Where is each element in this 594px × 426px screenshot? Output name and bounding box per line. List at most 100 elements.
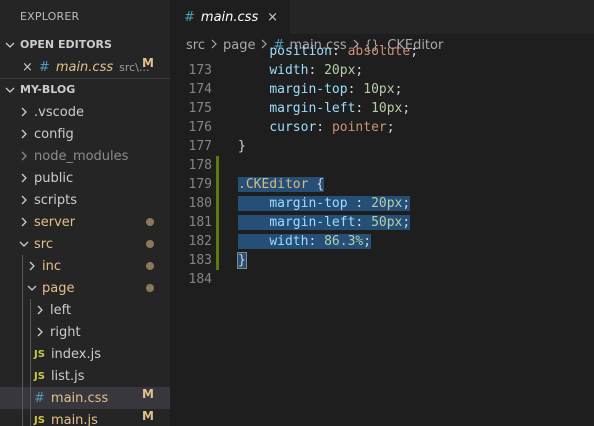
chevron-right-icon [26,260,38,272]
code-line: 174 width: 20px; [170,61,594,97]
tree-item-label: inc [42,258,61,274]
tree-item-label: main.js [50,412,98,426]
tree-folder-config[interactable]: config [0,123,170,145]
code-text: margin-left: 50px; [238,213,411,232]
tree-item-label: list.js [50,368,85,384]
modified-dot-icon [146,218,154,226]
modified-dot-icon [146,284,154,292]
git-added-gutter [216,213,219,232]
code-line: 176 margin-left: 10px; [170,99,594,135]
code-line: 183 width: 86.3%; [170,232,594,268]
modified-badge: M [142,409,154,423]
tab-bar: # main.css × [170,0,594,34]
explorer-sidebar: EXPLORER OPEN EDITORS × # main.css src\.… [0,0,170,426]
tree-folder-node-modules[interactable]: node_modules [0,145,170,167]
open-editor-item-main-css[interactable]: × # main.css src\... M [0,56,170,78]
chevron-right-icon [18,172,30,184]
modified-dot-icon [146,262,154,270]
git-added-gutter [216,175,219,194]
indent-guide [22,409,23,426]
code-line: 180 .CKEditor { [170,175,594,211]
indent-guide [22,387,23,409]
indent-guide [22,321,23,343]
indent-guide [22,299,23,321]
tree-folder-scripts[interactable]: scripts [0,189,170,211]
editor-area: # main.css × src page # main.css {} .CKE… [170,0,594,426]
tree-item-label: .vscode [34,104,84,120]
tree-folder-page[interactable]: page [0,277,170,299]
tree-item-label: index.js [50,346,102,362]
git-added-gutter [216,156,219,175]
indent-guide [30,365,31,387]
git-added-gutter [216,232,219,251]
indent-guide [22,255,23,277]
chevron-right-icon [18,194,30,206]
tab-main-css[interactable]: # main.css × [170,0,290,34]
tree-folder-inc[interactable]: inc [0,255,170,277]
explorer-title: EXPLORER [20,10,80,23]
code-line: 181 margin-top : 20px; [170,194,594,230]
tree-folder-src[interactable]: src [0,233,170,255]
line-number: 184 [188,272,212,287]
tree-item-label: node_modules [34,148,129,164]
code-text: position: absolute; [269,44,419,59]
chevron-right-icon [34,326,46,338]
css-file-icon: # [184,9,195,25]
code-text: width: 20px; [269,63,364,78]
close-icon[interactable]: × [22,60,33,75]
project-header[interactable]: MY-BLOG [0,78,170,101]
project-label: MY-BLOG [20,83,76,96]
git-added-gutter [216,251,219,270]
code-text: width: 86.3%; [238,232,372,251]
tree-folder-public[interactable]: public [0,167,170,189]
chevron-right-icon [18,128,30,140]
tree-file-main-js[interactable]: JS main.js M [0,409,170,426]
chevron-right-icon [18,216,30,228]
indent-guide [30,387,31,409]
tree-folder-server[interactable]: server [0,211,170,233]
indent-guide [22,277,23,299]
tree-item-label: left [50,302,72,318]
code-editor[interactable]: 173 position: absolute; 174 width: 20px;… [170,44,594,287]
chevron-down-icon [4,39,16,51]
tree-item-label: main.css [50,390,109,406]
modified-dot-icon [146,240,154,248]
tree-folder-left[interactable]: left [0,299,170,321]
chevron-down-icon [18,238,30,250]
tree-item-label: public [34,170,74,186]
code-line: 175 margin-top: 10px; [170,80,594,116]
code-text: cursor: pointer; [269,120,395,135]
code-text: margin-top: 10px; [269,82,403,97]
code-text: .CKEditor { [238,177,325,192]
code-line: 179 [170,156,594,192]
indent-guide [30,299,31,321]
code-line: 177 cursor: pointer; [170,118,594,154]
tree-item-label: page [42,280,75,296]
open-editors-header[interactable]: OPEN EDITORS [0,34,170,56]
tree-file-index-js[interactable]: JS index.js [0,343,170,365]
tree-file-list-js[interactable]: JS list.js [0,365,170,387]
indent-guide [30,343,31,365]
git-added-gutter [216,194,219,213]
code-line: 173 position: absolute; [170,42,594,78]
css-file-icon: # [38,59,50,75]
tree-file-main-css[interactable]: # main.css M [0,387,170,409]
code-text: } [237,252,247,269]
tab-title: main.css [200,9,259,25]
chevron-right-icon [18,150,30,162]
code-line: 184 } [170,251,594,287]
indent-guide [30,321,31,343]
tree-folder-vscode[interactable]: .vscode [0,101,170,123]
chevron-down-icon [4,84,16,96]
open-editors-label: OPEN EDITORS [20,38,112,51]
tree-folder-right[interactable]: right [0,321,170,343]
open-editor-name: main.css [55,59,114,75]
css-file-icon: # [34,390,45,406]
chevron-right-icon [34,304,46,316]
close-icon[interactable]: × [267,10,278,25]
tree-item-label: config [34,126,74,142]
code-text: } [238,139,246,154]
modified-badge: M [142,387,154,401]
chevron-down-icon [26,282,38,294]
js-file-icon: JS [34,348,45,360]
